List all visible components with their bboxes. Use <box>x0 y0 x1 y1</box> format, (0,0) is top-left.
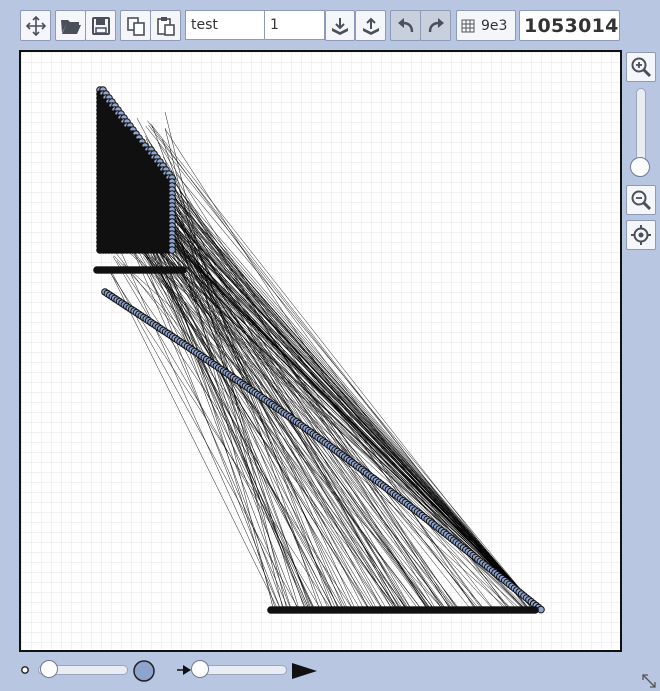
graph-drawing[interactable] <box>21 52 620 650</box>
node-size-slider-handle[interactable] <box>40 660 58 678</box>
grid-icon <box>461 19 475 33</box>
large-circle-icon <box>132 659 156 683</box>
undo-icon <box>396 16 416 36</box>
export-button[interactable] <box>355 10 386 41</box>
grid-button[interactable]: 9e3 <box>456 10 516 41</box>
zoom-out-button[interactable] <box>626 185 656 215</box>
move-arrows-icon <box>25 15 47 37</box>
zoom-slider-handle[interactable] <box>630 157 650 177</box>
grid-size-label: 9e3 <box>481 18 507 34</box>
paste-icon <box>155 15 177 37</box>
crosshair-target-icon <box>630 224 652 246</box>
redo-button[interactable] <box>420 10 451 41</box>
folder-open-icon <box>60 16 82 36</box>
small-circle-icon <box>20 665 30 675</box>
move-button[interactable] <box>20 10 51 41</box>
zoom-in-icon <box>630 56 652 78</box>
copy-button[interactable] <box>120 10 151 41</box>
graph-index-input[interactable] <box>264 10 325 40</box>
tray-import-icon <box>330 16 350 36</box>
graph-name-input[interactable] <box>185 10 265 40</box>
arrow-size-slider-handle[interactable] <box>191 660 209 678</box>
copy-icon <box>125 15 147 37</box>
save-disk-icon <box>91 16 111 36</box>
graph-node[interactable] <box>532 607 539 614</box>
zoom-in-button[interactable] <box>626 52 656 82</box>
tray-export-icon <box>361 16 381 36</box>
redo-icon <box>426 16 446 36</box>
graph-node[interactable] <box>169 247 176 254</box>
graph-node[interactable] <box>180 267 187 274</box>
import-button[interactable] <box>325 10 355 41</box>
resize-corner-icon[interactable] <box>641 673 657 689</box>
undo-button[interactable] <box>390 10 421 41</box>
large-arrow-icon <box>290 661 318 681</box>
small-arrow-icon <box>177 664 191 676</box>
graph-canvas[interactable] <box>19 50 622 652</box>
count-display: 1053014 <box>519 10 620 41</box>
paste-button[interactable] <box>150 10 181 41</box>
count-value: 1053014 <box>524 15 619 37</box>
locate-button[interactable] <box>626 220 656 250</box>
open-button[interactable] <box>55 10 86 41</box>
save-button[interactable] <box>85 10 116 41</box>
zoom-out-icon <box>630 189 652 211</box>
